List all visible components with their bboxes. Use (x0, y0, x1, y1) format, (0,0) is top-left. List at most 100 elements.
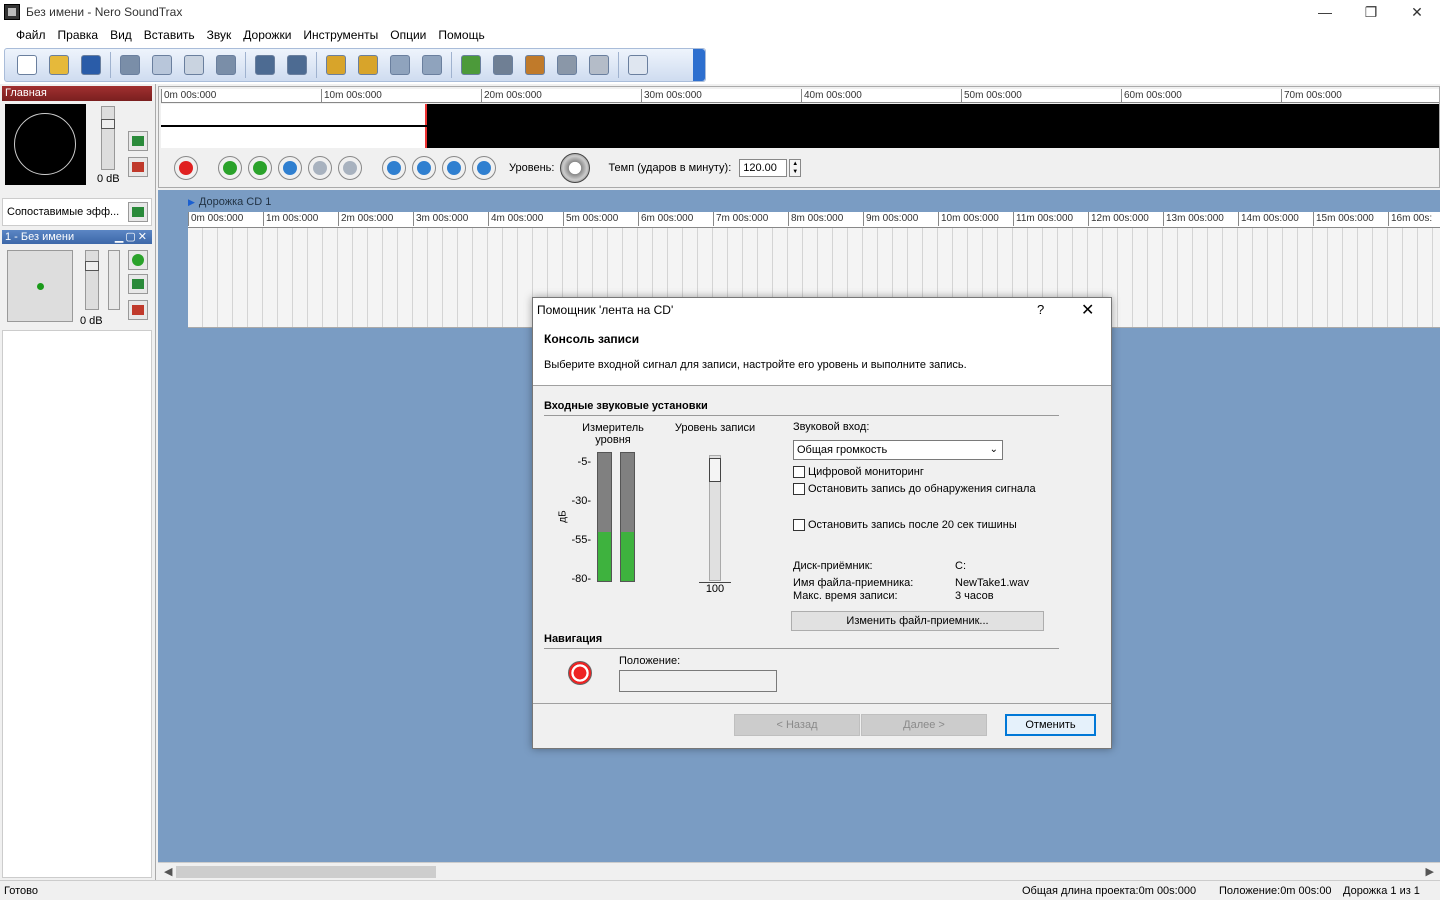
menu-edit[interactable]: Правка (52, 28, 105, 42)
spin-up-icon[interactable]: ▲ (792, 161, 798, 167)
scroll-right-icon[interactable]: ▶ (1426, 865, 1434, 878)
stop-until-signal-checkbox[interactable]: Остановить запись до обнаружения сигнала (793, 483, 1036, 495)
track-play-button[interactable] (128, 250, 148, 270)
tempo-label: Темп (ударов в минуту): (608, 162, 732, 174)
play-selection-button[interactable] (248, 156, 272, 180)
ruler-tick-label: 1m 00s:000 (263, 212, 318, 226)
sound-input-label: Звуковой вход: (793, 421, 870, 433)
tempo-input[interactable]: 120.00 (739, 159, 788, 177)
status-track: Дорожка 1 из 1 (1343, 885, 1420, 897)
next-button[interactable]: Далее > (861, 714, 987, 736)
master-effects-button[interactable] (128, 131, 148, 151)
dialog-help-button[interactable]: ? (1037, 302, 1044, 317)
menu-insert[interactable]: Вставить (138, 28, 201, 42)
master-tools-button[interactable] (128, 157, 148, 177)
master-pan-knob[interactable] (5, 104, 86, 185)
play-button[interactable] (218, 156, 242, 180)
fast-forward-button[interactable] (442, 156, 466, 180)
track-effects-button[interactable] (128, 274, 148, 294)
menu-options[interactable]: Опции (384, 28, 432, 42)
back-button[interactable]: < Назад (734, 714, 860, 736)
ruler-tick-label: 70m 00s:000 (1281, 89, 1342, 103)
record-button[interactable] (174, 156, 198, 180)
library-icon (493, 55, 513, 75)
menu-tracks[interactable]: Дорожки (237, 28, 297, 42)
record-level-label: Уровень записи (674, 422, 756, 434)
cut-button[interactable] (116, 51, 144, 79)
new-file-button[interactable] (13, 51, 41, 79)
cut-icon (120, 55, 140, 75)
toolbar-separator (618, 52, 619, 78)
go-to-end-icon (477, 161, 491, 175)
audio-properties-button[interactable] (521, 51, 549, 79)
toolbar-separator (245, 52, 246, 78)
delete-button[interactable] (212, 51, 240, 79)
library-button[interactable] (489, 51, 517, 79)
menu-view[interactable]: Вид (104, 28, 138, 42)
track-level-meter (108, 250, 120, 310)
fast-forward-icon (447, 161, 461, 175)
layout-button[interactable] (624, 51, 652, 79)
wizard-button[interactable] (457, 51, 485, 79)
stop-after-silence-checkbox[interactable]: Остановить запись после 20 сек тишины (793, 519, 1017, 531)
record-level-slider[interactable] (709, 455, 721, 581)
go-to-start-button[interactable] (382, 156, 406, 180)
sound-input-select[interactable]: Общая громкость ⌄ (793, 440, 1003, 460)
digital-monitoring-checkbox[interactable]: Цифровой мониторинг (793, 466, 924, 478)
ruler-tick-label: 8m 00s:000 (788, 212, 843, 226)
cancel-button[interactable]: Отменить (1005, 714, 1096, 736)
zoom-out-button[interactable] (354, 51, 382, 79)
pause-button[interactable] (308, 156, 332, 180)
menu-file[interactable]: Файл (10, 28, 52, 42)
save-button[interactable] (77, 51, 105, 79)
menu-sound[interactable]: Звук (201, 28, 238, 42)
destination-file-label: Имя файла-приемника: (793, 577, 914, 589)
layout-icon (628, 55, 648, 75)
menu-tools[interactable]: Инструменты (297, 28, 384, 42)
tempo-spinner[interactable]: ▲ ▼ (789, 159, 802, 177)
track-pan-control[interactable] (7, 250, 73, 322)
scroll-left-icon[interactable]: ◀ (164, 865, 172, 878)
level-knob[interactable] (560, 153, 591, 183)
zoom-in-button[interactable] (322, 51, 350, 79)
maximize-button[interactable]: ❐ (1348, 0, 1394, 24)
open-folder-button[interactable] (45, 51, 73, 79)
spin-down-icon[interactable]: ▼ (792, 169, 798, 175)
rewind-button[interactable] (412, 156, 436, 180)
dialog-close-button[interactable]: ✕ (1081, 300, 1094, 320)
level-meter-left-fill (598, 532, 611, 581)
undo-button[interactable] (251, 51, 279, 79)
tools-button[interactable] (553, 51, 581, 79)
paste-button[interactable] (180, 51, 208, 79)
loop-button[interactable] (278, 156, 302, 180)
toolbar-separator (110, 52, 111, 78)
horizontal-scrollbar[interactable]: ◀ ▶ (158, 862, 1440, 880)
record-level-slider-thumb[interactable] (709, 458, 721, 482)
close-button[interactable]: ✕ (1394, 0, 1440, 24)
dialog-body: Входные звуковые установки Измеритель ур… (533, 386, 1111, 704)
transport-bar: Уровень: Темп (ударов в минуту): 120.00 … (161, 151, 1439, 185)
fx-apply-button[interactable] (128, 202, 148, 222)
master-volume-fader[interactable] (101, 106, 115, 170)
zoom-fit-button[interactable] (418, 51, 446, 79)
burn-disc-button[interactable] (585, 51, 613, 79)
track-name[interactable]: Дорожка CD 1 (188, 196, 271, 208)
go-to-end-button[interactable] (472, 156, 496, 180)
stop-button[interactable] (338, 156, 362, 180)
toolbar-overflow-button[interactable] (693, 49, 705, 81)
dialog-record-button[interactable] (568, 661, 592, 685)
overview-waveform[interactable] (161, 104, 1439, 148)
menu-help[interactable]: Помощь (432, 28, 490, 42)
copy-button[interactable] (148, 51, 176, 79)
change-destination-file-button[interactable]: Изменить файл-приемник... (791, 611, 1044, 631)
ruler-tick-label: 0m 00s:000 (188, 212, 243, 226)
scrollbar-thumb[interactable] (176, 866, 436, 878)
track-tools-button[interactable] (128, 300, 148, 320)
undo-icon (255, 55, 275, 75)
track-volume-fader[interactable] (85, 250, 99, 310)
minimize-button[interactable]: — (1302, 0, 1348, 24)
redo-button[interactable] (283, 51, 311, 79)
wizard-icon (461, 55, 481, 75)
track-window-controls[interactable]: ▁▢✕ (115, 230, 149, 244)
zoom-selection-button[interactable] (386, 51, 414, 79)
